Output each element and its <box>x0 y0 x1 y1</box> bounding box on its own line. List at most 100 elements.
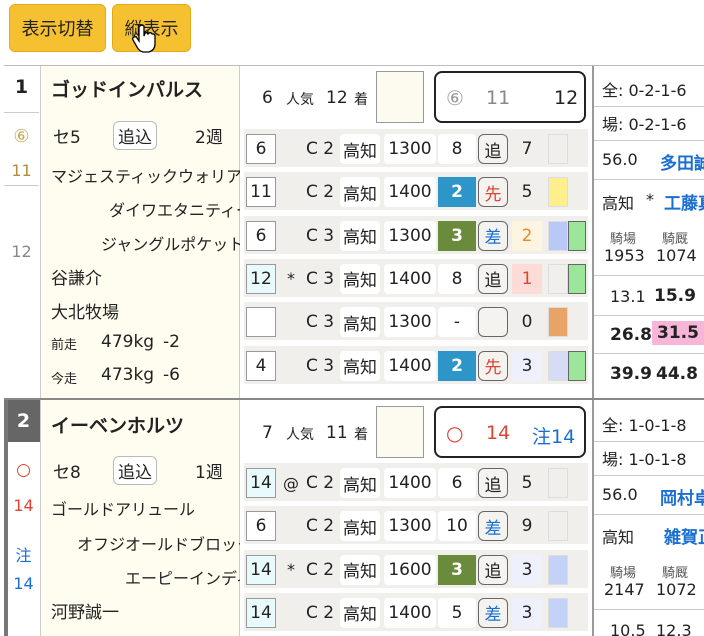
track-name: 高知 <box>340 134 380 164</box>
owner-name: 河野誠一 <box>51 603 119 623</box>
race-class: C 3 <box>305 312 335 333</box>
stat-value-1: 1953 <box>604 246 645 265</box>
style-badge: 先 <box>478 350 508 381</box>
race-row: 11 C 2 高知 1400 2 先 5 <box>244 172 588 213</box>
finish-place: 5 <box>521 473 533 493</box>
odds-2: 15.9 <box>654 286 696 306</box>
memo-box[interactable] <box>376 71 424 123</box>
track-name: 高知 <box>602 194 635 213</box>
race-class: C 3 <box>305 268 335 289</box>
record-all: 全: 1-0-1-8 <box>602 416 687 435</box>
position-box: 4 <box>246 350 276 381</box>
divider <box>594 353 704 354</box>
race-prefix <box>282 511 300 541</box>
jockey-name[interactable]: 多田誠 <box>660 149 704 174</box>
sire-name: ゴールドアリュール <box>51 500 196 519</box>
corner-position: 10 <box>438 511 476 542</box>
popularity-value: 6 <box>262 88 273 108</box>
position-box <box>246 307 276 338</box>
race-row: 6 C 2 高知 1300 8 追 7 <box>244 129 588 169</box>
style-badge: 先 <box>478 177 508 208</box>
track-name: 高知 <box>340 468 380 498</box>
stat-label-2: 騎厩 <box>662 232 689 247</box>
jockey-stats-column: 全: 0-2-1-6 場: 0-2-1-6 56.0 多田誠 高知 * 工藤真 … <box>592 66 704 398</box>
distance: 1300 <box>384 134 436 164</box>
prev-weight: 479kg <box>101 332 155 352</box>
race-prefix <box>282 221 300 251</box>
stat-label-2: 騎厩 <box>662 566 689 581</box>
dam-sire-name: ジャングルポケット <box>101 235 245 254</box>
race-row: 6 C 3 高知 1300 3 差 2 <box>244 215 588 256</box>
odds-5: 39.9 <box>610 364 652 384</box>
distance: 1600 <box>384 554 436 585</box>
race-row: 14 C 2 高知 1400 5 差 3 <box>244 592 588 633</box>
note-number: 14 <box>13 574 34 593</box>
mark-number: 11 <box>11 161 32 180</box>
current-weight: 473kg <box>101 365 155 385</box>
divider <box>594 475 704 476</box>
corner-position: 2 <box>438 350 476 381</box>
color-indicator <box>548 468 568 498</box>
trainer-name[interactable]: 雑賀正 <box>664 523 704 548</box>
breeder-name: 大北牧場 <box>51 303 119 323</box>
color-indicator <box>548 134 568 164</box>
prediction-rank: 12 <box>554 87 579 109</box>
distance: 1300 <box>384 220 436 251</box>
style-badge: 追 <box>478 554 508 585</box>
color-indicator <box>548 177 568 208</box>
race-prefix: * <box>287 560 295 580</box>
color-indicator <box>548 307 568 338</box>
race-prefix: @ <box>283 473 299 493</box>
prediction-box: ⑥ 11 12 <box>434 71 586 123</box>
race-history-column: 6 人気 12 着 ⑥ 11 12 6C 2 高知 1300 8 追 7 11 C 2 高知 14… <box>240 66 592 398</box>
dam-sire-name: エーピーインディ <box>125 569 252 588</box>
divider <box>4 112 39 114</box>
horse-number: 1 <box>14 76 29 98</box>
horse-info-column: イーベンホルツ セ8 追込 1週 ゴールドアリュール オフジオールドブロック エ… <box>40 400 253 636</box>
odds-1: 13.1 <box>610 287 646 306</box>
corner-position: 6 <box>438 468 476 498</box>
distance: 1400 <box>384 350 436 381</box>
distance: 1400 <box>384 263 436 294</box>
memo-box[interactable] <box>376 406 424 458</box>
track-name: 高知 <box>340 597 380 628</box>
corner-position: 8 <box>438 134 476 164</box>
position-box: 14 <box>246 468 276 498</box>
race-row: 14 @ C 2 高知 1400 6 追 5 <box>244 463 588 503</box>
trainer-name[interactable]: 工藤真 <box>664 189 704 214</box>
race-class: C 2 <box>305 516 335 537</box>
color-indicator <box>548 511 568 542</box>
finish-place: 7 <box>521 139 533 159</box>
jockey-name[interactable]: 岡村卓 <box>660 484 704 509</box>
position-box: 6 <box>246 134 276 164</box>
track-name: 高知 <box>340 307 380 338</box>
color-indicator <box>548 350 568 381</box>
style-badge: 追 <box>478 263 508 294</box>
odds-6: 44.8 <box>656 364 698 384</box>
odds-4: 31.5 <box>652 321 704 345</box>
corner-position: 3 <box>438 554 476 585</box>
horse-info-column: ゴッドインパルス セ5 追込 2週 マジェスティックウォリアー ダイワエタニティ… <box>40 66 257 398</box>
finish-place: 3 <box>512 597 542 628</box>
running-style-badge: 追込 <box>113 456 157 485</box>
mark-number: 14 <box>13 496 34 515</box>
weeks-since: 1週 <box>195 463 223 483</box>
divider <box>594 441 704 442</box>
horse-number-column: 2 ○ 14 注 14 <box>4 400 40 636</box>
color-indicator <box>548 220 568 251</box>
sire-name: マジェスティックウォリアー <box>51 167 258 186</box>
track-name: 高知 <box>602 528 635 547</box>
prediction-mark: ⑥ <box>446 86 464 110</box>
carried-weight: 56.0 <box>602 485 638 504</box>
sex-age: セ8 <box>53 463 81 483</box>
horse-name: イーベンホルツ <box>51 415 185 437</box>
position-box: 11 <box>246 177 276 208</box>
style-badge <box>478 307 508 338</box>
finish-place: 9 <box>521 516 533 537</box>
divider <box>594 315 704 316</box>
style-badge: 差 <box>478 511 508 542</box>
toggle-display-button[interactable]: 表示切替 <box>9 4 106 52</box>
stat-label-1: 騎場 <box>610 566 637 581</box>
position-box: 6 <box>246 220 276 251</box>
finish-place: 3 <box>512 554 542 585</box>
